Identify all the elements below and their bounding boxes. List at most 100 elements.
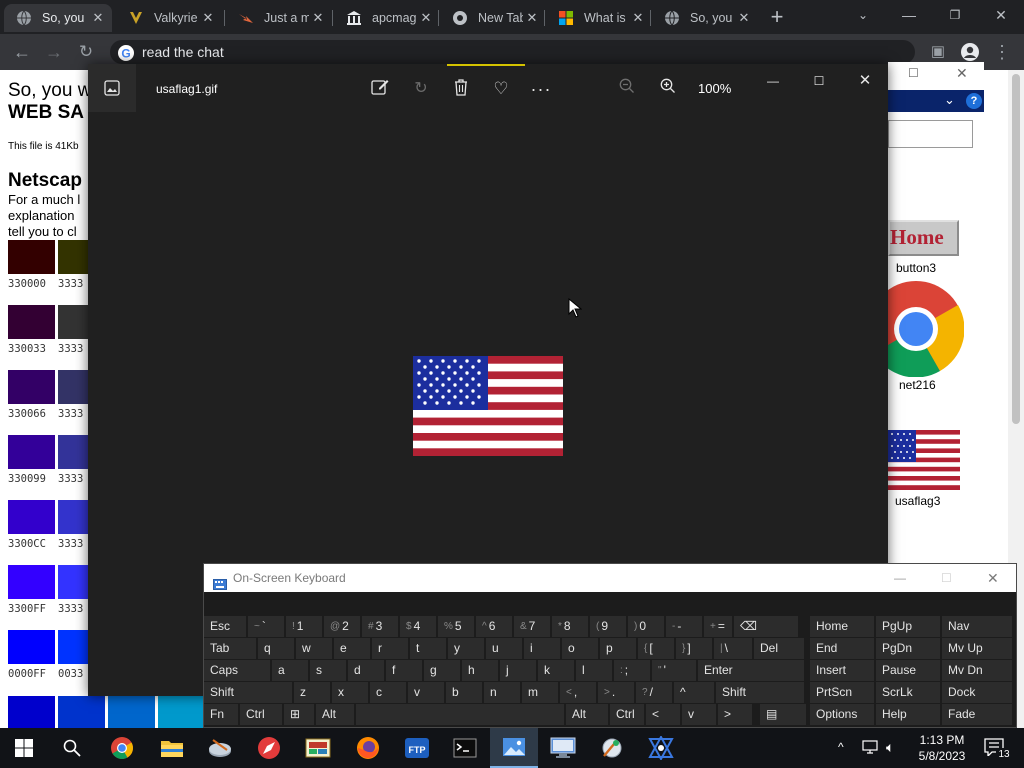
osk-maximize-icon[interactable]: ☐	[941, 564, 952, 592]
osk-key[interactable]: b	[446, 682, 482, 703]
osk-minimize-icon[interactable]: —	[894, 564, 906, 592]
paint-tool-icon[interactable]	[294, 728, 342, 768]
osk-key[interactable]: PrtScn	[810, 682, 874, 703]
close-window-icon[interactable]: ✕	[978, 0, 1024, 30]
osk-key[interactable]: Options	[810, 704, 874, 725]
osk-key[interactable]: j	[500, 660, 536, 681]
help-icon[interactable]: ?	[966, 93, 982, 109]
osk-key[interactable]: <	[646, 704, 680, 725]
osk-key[interactable]: Mv Up	[942, 638, 1012, 659]
osk-key[interactable]: r	[372, 638, 408, 659]
osk-key[interactable]: Del	[754, 638, 804, 659]
osk-key[interactable]: l	[576, 660, 612, 681]
osk-key[interactable]: ! 1	[286, 616, 322, 637]
osk-key[interactable]: ScrLk	[876, 682, 940, 703]
osk-key[interactable]: Fn	[204, 704, 238, 725]
scrollbar-thumb[interactable]	[1012, 74, 1020, 424]
osk-key[interactable]: k	[538, 660, 574, 681]
osk-key[interactable]: PgDn	[876, 638, 940, 659]
osk-key[interactable]: m	[522, 682, 558, 703]
osk-key[interactable]: z	[294, 682, 330, 703]
minimize-icon[interactable]: —	[886, 0, 932, 30]
new-tab-button[interactable]: +	[766, 4, 788, 30]
remote-desktop-icon[interactable]	[539, 728, 587, 768]
zoom-out-icon[interactable]	[616, 78, 638, 100]
osk-key[interactable]: Ctrl	[610, 704, 644, 725]
tab-2[interactable]: Valkyrie ✕	[116, 4, 222, 32]
photos-app-icon[interactable]	[490, 728, 538, 768]
home-button-icon[interactable]: Home	[888, 220, 959, 256]
osk-key[interactable]: y	[448, 638, 484, 659]
osk-key[interactable]: ⌫	[734, 616, 798, 637]
system-clock[interactable]: 1:13 PM 5/8/2023	[914, 732, 970, 764]
reload-icon[interactable]: ↻	[74, 40, 98, 64]
osk-key[interactable]: e	[334, 638, 370, 659]
firefox-like-icon[interactable]	[344, 728, 392, 768]
zoom-level[interactable]: 100%	[698, 81, 731, 96]
osk-key[interactable]: * 8	[552, 616, 588, 637]
osk-key[interactable]: g	[424, 660, 460, 681]
osk-key[interactable]: (9	[590, 616, 626, 637]
close-tab-icon[interactable]: ✕	[90, 10, 106, 26]
favorite-heart-icon[interactable]: ♡	[490, 78, 512, 100]
osk-key[interactable]: ~ `	[248, 616, 284, 637]
tab-search-icon[interactable]: ⌄	[840, 0, 886, 30]
osk-key[interactable]: <,	[560, 682, 596, 703]
osk-key[interactable]: x	[332, 682, 368, 703]
delete-icon[interactable]	[450, 78, 472, 100]
disk-tool-icon[interactable]	[196, 728, 244, 768]
osk-key[interactable]: + =	[704, 616, 732, 637]
osk-key[interactable]: c	[370, 682, 406, 703]
osk-key[interactable]: Alt	[566, 704, 608, 725]
osk-key[interactable]: @2	[324, 616, 360, 637]
profile-icon[interactable]	[958, 40, 982, 64]
osk-key[interactable]: Ctrl	[240, 704, 282, 725]
tab-4[interactable]: apcmag ✕	[334, 4, 440, 32]
osk-key[interactable]: }]	[676, 638, 712, 659]
osk-key[interactable]: a	[272, 660, 308, 681]
address-bar[interactable]: G read the chat	[110, 40, 915, 64]
osk-key[interactable]: Home	[810, 616, 874, 637]
flag-thumbnail-icon[interactable]	[888, 430, 960, 490]
osk-key[interactable]: n	[484, 682, 520, 703]
osk-key[interactable]: t	[410, 638, 446, 659]
osk-key[interactable]: v	[408, 682, 444, 703]
edit-image-icon[interactable]	[369, 78, 391, 100]
background-window-maximize-icon[interactable]: ☐	[908, 66, 919, 80]
tab-7[interactable]: So, you ✕	[652, 4, 758, 32]
osk-key[interactable]: d	[348, 660, 384, 681]
close-tab-icon[interactable]: ✕	[630, 10, 646, 26]
osk-key[interactable]: f	[386, 660, 422, 681]
osk-key[interactable]: Esc	[204, 616, 246, 637]
search-icon[interactable]	[48, 728, 96, 768]
terminal-icon[interactable]	[441, 728, 489, 768]
gallery-icon[interactable]	[104, 80, 120, 96]
back-icon[interactable]: ←	[10, 40, 34, 64]
osk-key[interactable]: $4	[400, 616, 436, 637]
rocket-app-icon[interactable]	[245, 728, 293, 768]
osk-key[interactable]: Shift	[716, 682, 804, 703]
osk-key[interactable]: Enter	[698, 660, 804, 681]
osk-key[interactable]: o	[562, 638, 598, 659]
osk-key[interactable]: #3	[362, 616, 398, 637]
osk-key[interactable]	[356, 704, 564, 725]
osk-key[interactable]: --	[666, 616, 702, 637]
tab-6[interactable]: What is ✕	[546, 4, 652, 32]
osk-key[interactable]: >	[718, 704, 752, 725]
osk-key[interactable]: v	[682, 704, 716, 725]
side-panel-icon[interactable]: ▣	[926, 40, 950, 64]
osk-key[interactable]: Tab	[204, 638, 256, 659]
close-tab-icon[interactable]: ✕	[310, 10, 326, 26]
volume-icon[interactable]: 🔈︎	[886, 738, 904, 756]
show-hidden-icons-icon[interactable]: ^	[838, 740, 844, 754]
chevron-down-icon[interactable]: ⌄	[944, 92, 955, 108]
taskbar-chrome-icon[interactable]	[98, 728, 146, 768]
forward-icon[interactable]: →	[42, 40, 66, 64]
osk-key[interactable]: Nav	[942, 616, 1012, 637]
osk-key[interactable]: End	[810, 638, 874, 659]
osk-key[interactable]: ^	[674, 682, 714, 703]
osk-key[interactable]: ▤	[760, 704, 806, 725]
osk-key[interactable]: i	[524, 638, 560, 659]
close-tab-icon[interactable]: ✕	[418, 10, 434, 26]
browser-menu-icon[interactable]: ⋮	[990, 40, 1014, 64]
